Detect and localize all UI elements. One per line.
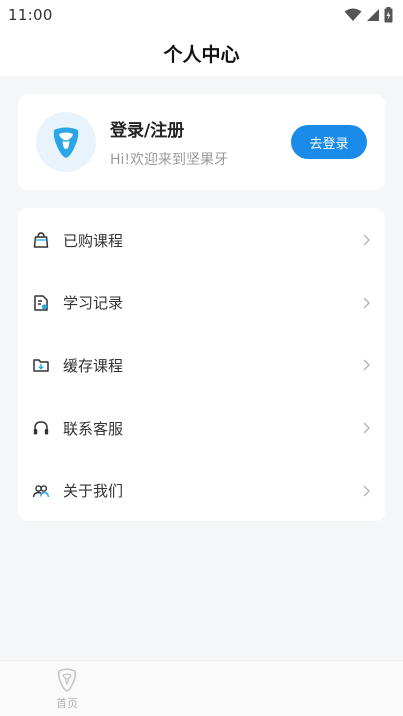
- menu-item-label: 联系客服: [63, 419, 124, 438]
- wifi-icon: [344, 8, 362, 21]
- login-button[interactable]: 去登录: [291, 125, 367, 159]
- status-icons: [344, 7, 393, 23]
- download-folder-icon: [32, 356, 50, 374]
- tab-home-label: 首页: [56, 697, 78, 710]
- headphones-icon: [32, 419, 50, 437]
- shopping-bag-icon: [32, 231, 50, 249]
- signal-icon: [367, 9, 379, 21]
- study-record-icon: [32, 294, 50, 312]
- profile-subtitle: Hi!欢迎来到坚果牙: [110, 151, 229, 168]
- status-time: 11:00: [8, 6, 53, 24]
- chevron-right-icon: [363, 359, 371, 372]
- status-bar: 11:00: [0, 0, 403, 30]
- tab-home[interactable]: 首页: [46, 667, 88, 711]
- chevron-right-icon: [363, 485, 371, 497]
- profile-text: 登录/注册 Hi!欢迎来到坚果牙: [110, 116, 291, 169]
- battery-icon: [384, 7, 393, 23]
- menu-item-label: 已购课程: [63, 231, 124, 250]
- chevron-right-icon: [363, 234, 371, 246]
- page-title: 个人中心: [163, 43, 240, 66]
- profile-card[interactable]: 登录/注册 Hi!欢迎来到坚果牙 去登录: [18, 94, 385, 190]
- menu-item-label: 缓存课程: [63, 356, 124, 375]
- profile-title[interactable]: 登录/注册: [110, 116, 291, 141]
- menu-item-label: 学习记录: [63, 294, 124, 313]
- menu-item-contact-service[interactable]: 联系客服: [18, 397, 385, 460]
- chevron-right-icon: [363, 422, 371, 434]
- chevron-right-icon: [363, 297, 371, 309]
- header: 个人中心: [0, 30, 403, 76]
- bottom-tabbar: 首页: [0, 660, 403, 716]
- menu-item-study-record[interactable]: 学习记录: [18, 272, 385, 335]
- avatar[interactable]: [36, 112, 96, 172]
- tooth-home-icon: [58, 668, 76, 692]
- menu-item-about-us[interactable]: 关于我们: [18, 459, 385, 522]
- menu-item-cached-courses[interactable]: 缓存课程: [18, 334, 385, 397]
- menu-item-purchased-courses[interactable]: 已购课程: [18, 209, 385, 272]
- menu-card: 已购课程 学习记录 缓存课程 联系客服 关于我们: [18, 208, 385, 521]
- menu-item-label: 关于我们: [63, 482, 124, 501]
- tooth-logo-icon: [53, 127, 79, 158]
- people-icon: [32, 482, 50, 500]
